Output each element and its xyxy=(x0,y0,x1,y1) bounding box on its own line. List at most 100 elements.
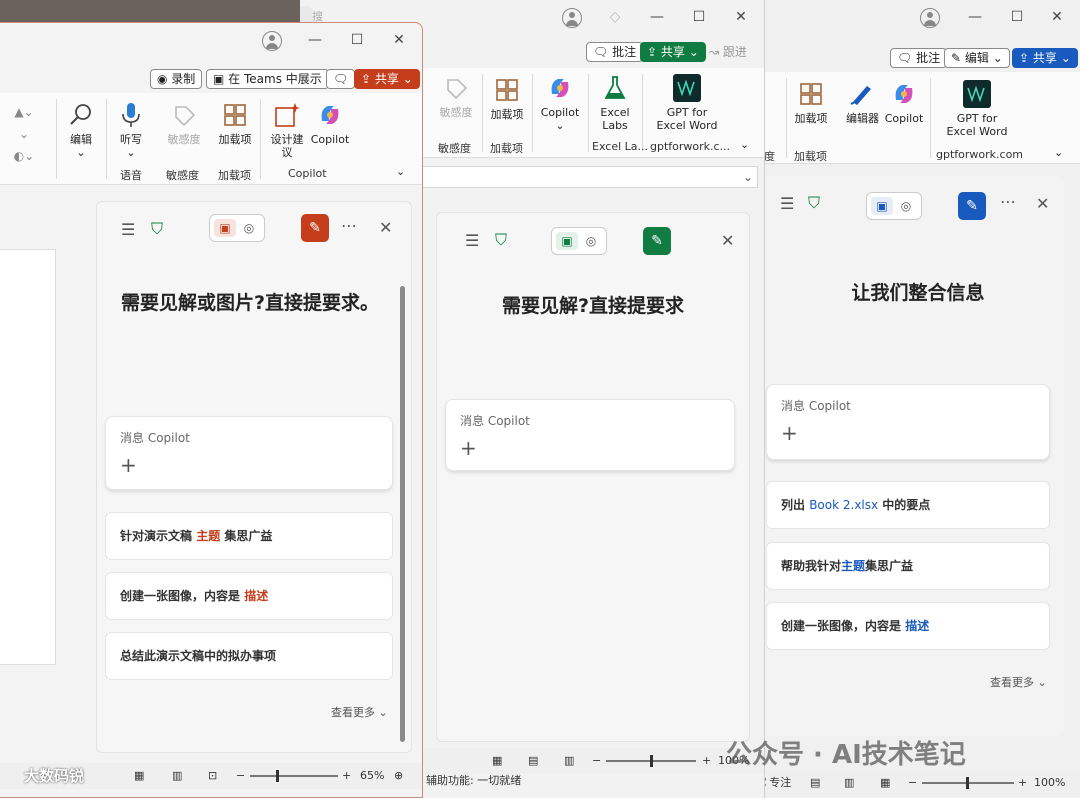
ppt-addins-button[interactable]: 加载项 xyxy=(218,101,252,146)
ppt-dictate-button[interactable]: 听写 ⌄ xyxy=(114,101,148,159)
ppt-suggestion-1[interactable]: 针对演示文稿 主题 集思广益 xyxy=(105,512,393,560)
work-briefcase-icon[interactable]: ▣ xyxy=(214,219,236,237)
ppt-suggestion-3[interactable]: 总结此演示文稿中的拟办事项 xyxy=(105,632,393,680)
excel-new-chat-button[interactable]: ✎ xyxy=(643,227,671,255)
excel-page-break-icon[interactable]: ▥ xyxy=(564,748,574,774)
excel-page-layout-icon[interactable]: ▤ xyxy=(528,748,538,774)
ppt-more-icon[interactable]: ⋯ xyxy=(341,216,357,235)
ppt-slideshow-icon[interactable]: ⊡ xyxy=(208,763,217,789)
ppt-pane-scrollbar[interactable] xyxy=(400,286,405,742)
word-minimize-button[interactable]: — xyxy=(962,6,988,28)
web-globe-icon[interactable]: ◎ xyxy=(895,197,917,215)
ppt-zoom-out[interactable]: − xyxy=(236,763,245,789)
excel-share-button[interactable]: ⇪ 共享 ⌄ xyxy=(640,42,706,62)
ppt-maximize-button[interactable]: ☐ xyxy=(344,29,370,51)
excel-minimize-button[interactable]: — xyxy=(644,6,670,28)
word-edit-mode-button[interactable]: ✎ 编辑 ⌄ xyxy=(944,48,1010,68)
web-globe-icon[interactable]: ◎ xyxy=(580,232,602,250)
word-view-icon-2[interactable]: ▥ xyxy=(844,770,854,796)
word-gpt-button[interactable]: GPT for Excel Word xyxy=(942,80,1012,138)
excel-sensitivity-button[interactable]: 敏感度 xyxy=(436,74,476,119)
excel-labs-button[interactable]: Excel Labs xyxy=(598,74,632,132)
ppt-reading-view-icon[interactable]: ▥ xyxy=(172,763,182,789)
word-more-icon[interactable]: ⋯ xyxy=(1000,192,1016,211)
word-pane-close-icon[interactable]: ✕ xyxy=(1036,194,1049,213)
word-attach-plus-icon[interactable]: + xyxy=(781,421,798,445)
ppt-teams-present-button[interactable]: ▣ 在 Teams 中展示 xyxy=(206,69,329,89)
word-mode-toggle[interactable]: ▣ ◎ xyxy=(866,192,922,220)
word-suggestion-1[interactable]: 列出 Book 2.xlsx 中的要点 xyxy=(766,481,1050,529)
word-zoom-out[interactable]: − xyxy=(908,770,917,796)
excel-pane-close-icon[interactable]: ✕ xyxy=(721,231,734,250)
ppt-share-button[interactable]: ⇪ 共享 ⌄ xyxy=(354,69,420,89)
ppt-pane-close-icon[interactable]: ✕ xyxy=(379,218,392,237)
word-view-icon-3[interactable]: ▦ xyxy=(880,770,890,796)
word-zoom-in[interactable]: + xyxy=(1018,770,1027,796)
ppt-edit-button[interactable]: 编辑 ⌄ xyxy=(64,101,98,159)
excel-mode-toggle[interactable]: ▣ ◎ xyxy=(551,227,607,255)
ppt-ribbon-collapse-icon[interactable]: ⌄ xyxy=(396,165,405,178)
word-view-icon-1[interactable]: ▤ xyxy=(810,770,820,796)
word-menu-icon[interactable]: ☰ xyxy=(780,194,794,213)
word-ribbon-collapse-icon[interactable]: ⌄ xyxy=(1054,146,1063,159)
word-addins-button[interactable]: 加载项 xyxy=(794,80,828,125)
word-editor-button[interactable]: 编辑器 xyxy=(846,80,879,125)
ppt-see-more-link[interactable]: 查看更多 ⌄ xyxy=(331,704,388,720)
excel-normal-view-icon[interactable]: ▦ xyxy=(492,748,502,774)
word-share-button[interactable]: ⇪ 共享 ⌄ xyxy=(1012,48,1078,68)
work-briefcase-icon[interactable]: ▣ xyxy=(556,232,578,250)
ppt-menu-icon[interactable]: ☰ xyxy=(121,220,135,239)
word-close-button[interactable]: ✕ xyxy=(1044,6,1070,28)
word-focus-button[interactable]: ⛶ 专注 xyxy=(764,770,791,796)
word-maximize-button[interactable]: ☐ xyxy=(1004,6,1030,28)
ppt-avatar[interactable] xyxy=(262,31,282,51)
ppt-fit-icon[interactable]: ⊕ xyxy=(394,763,403,789)
ppt-record-button[interactable]: ◉ 录制 xyxy=(150,69,203,89)
ppt-format-icons[interactable]: ▲⌄ ⌄ ◐⌄ xyxy=(8,101,40,167)
ppt-mode-toggle[interactable]: ▣ ◎ xyxy=(209,214,265,242)
ppt-designer-button[interactable]: 设计建议 xyxy=(270,101,304,159)
excel-copilot-button[interactable]: Copilot ⌄ xyxy=(538,74,582,132)
ppt-suggestion-2[interactable]: 创建一张图像，内容是 描述 xyxy=(105,572,393,620)
word-suggestion-2[interactable]: 帮助我针对主题集思广益 xyxy=(766,542,1050,590)
excel-catchup-button[interactable]: ↝ 跟进 xyxy=(702,42,754,62)
excel-zoom-out[interactable]: − xyxy=(592,748,601,774)
ppt-close-button[interactable]: ✕ xyxy=(386,29,412,51)
word-zoom-slider[interactable] xyxy=(922,777,1014,789)
ppt-zoom-in[interactable]: + xyxy=(342,763,351,789)
word-copilot-button[interactable]: Copilot xyxy=(882,80,926,125)
excel-diamond-icon[interactable]: ◇ xyxy=(602,6,628,28)
ppt-copilot-button[interactable]: Copilot xyxy=(308,101,352,146)
excel-avatar[interactable] xyxy=(562,8,582,28)
word-suggestion-3[interactable]: 创建一张图像，内容是 描述 xyxy=(766,602,1050,650)
excel-attach-plus-icon[interactable]: + xyxy=(460,436,477,460)
ppt-new-chat-button[interactable]: ✎ xyxy=(301,214,329,242)
excel-ribbon-collapse-icon[interactable]: ⌄ xyxy=(740,138,749,151)
ppt-attach-plus-icon[interactable]: + xyxy=(120,453,137,477)
ppt-slide-canvas[interactable] xyxy=(0,249,56,665)
work-briefcase-icon[interactable]: ▣ xyxy=(871,197,893,215)
ppt-zoom-slider[interactable] xyxy=(250,770,338,782)
excel-addins-button[interactable]: 加载项 xyxy=(490,76,524,121)
ppt-comments-button[interactable]: 🗨 xyxy=(326,69,356,89)
excel-menu-icon[interactable]: ☰ xyxy=(465,231,479,250)
excel-maximize-button[interactable]: ☐ xyxy=(686,6,712,28)
excel-zoom-slider[interactable] xyxy=(606,755,696,767)
word-avatar[interactable] xyxy=(920,8,940,28)
word-see-more-link[interactable]: 查看更多 ⌄ xyxy=(990,674,1047,690)
ppt-minimize-button[interactable]: — xyxy=(302,29,328,51)
word-new-chat-button[interactable]: ✎ xyxy=(958,192,986,220)
word-message-box[interactable]: 消息 Copilot + xyxy=(766,384,1050,460)
word-comments-button[interactable]: 🗨 批注 xyxy=(890,48,948,68)
web-globe-icon[interactable]: ◎ xyxy=(238,219,260,237)
ppt-normal-view-icon[interactable]: ▦ xyxy=(134,763,144,789)
excel-gpt-button[interactable]: GPT for Excel Word xyxy=(654,74,720,132)
excel-accessibility-status[interactable]: 辅助功能: 一切就绪 xyxy=(426,768,521,794)
excel-comments-button[interactable]: 🗨 批注 xyxy=(586,42,644,62)
word-sensitivity-button[interactable] xyxy=(764,78,776,110)
ppt-zoom-level[interactable]: 65% xyxy=(360,763,384,789)
word-zoom-level[interactable]: 100% xyxy=(1034,770,1065,796)
ppt-message-box[interactable]: 消息 Copilot + xyxy=(105,416,393,490)
excel-message-box[interactable]: 消息 Copilot + xyxy=(445,399,735,471)
ppt-sensitivity-button[interactable]: 敏感度 xyxy=(166,101,202,146)
